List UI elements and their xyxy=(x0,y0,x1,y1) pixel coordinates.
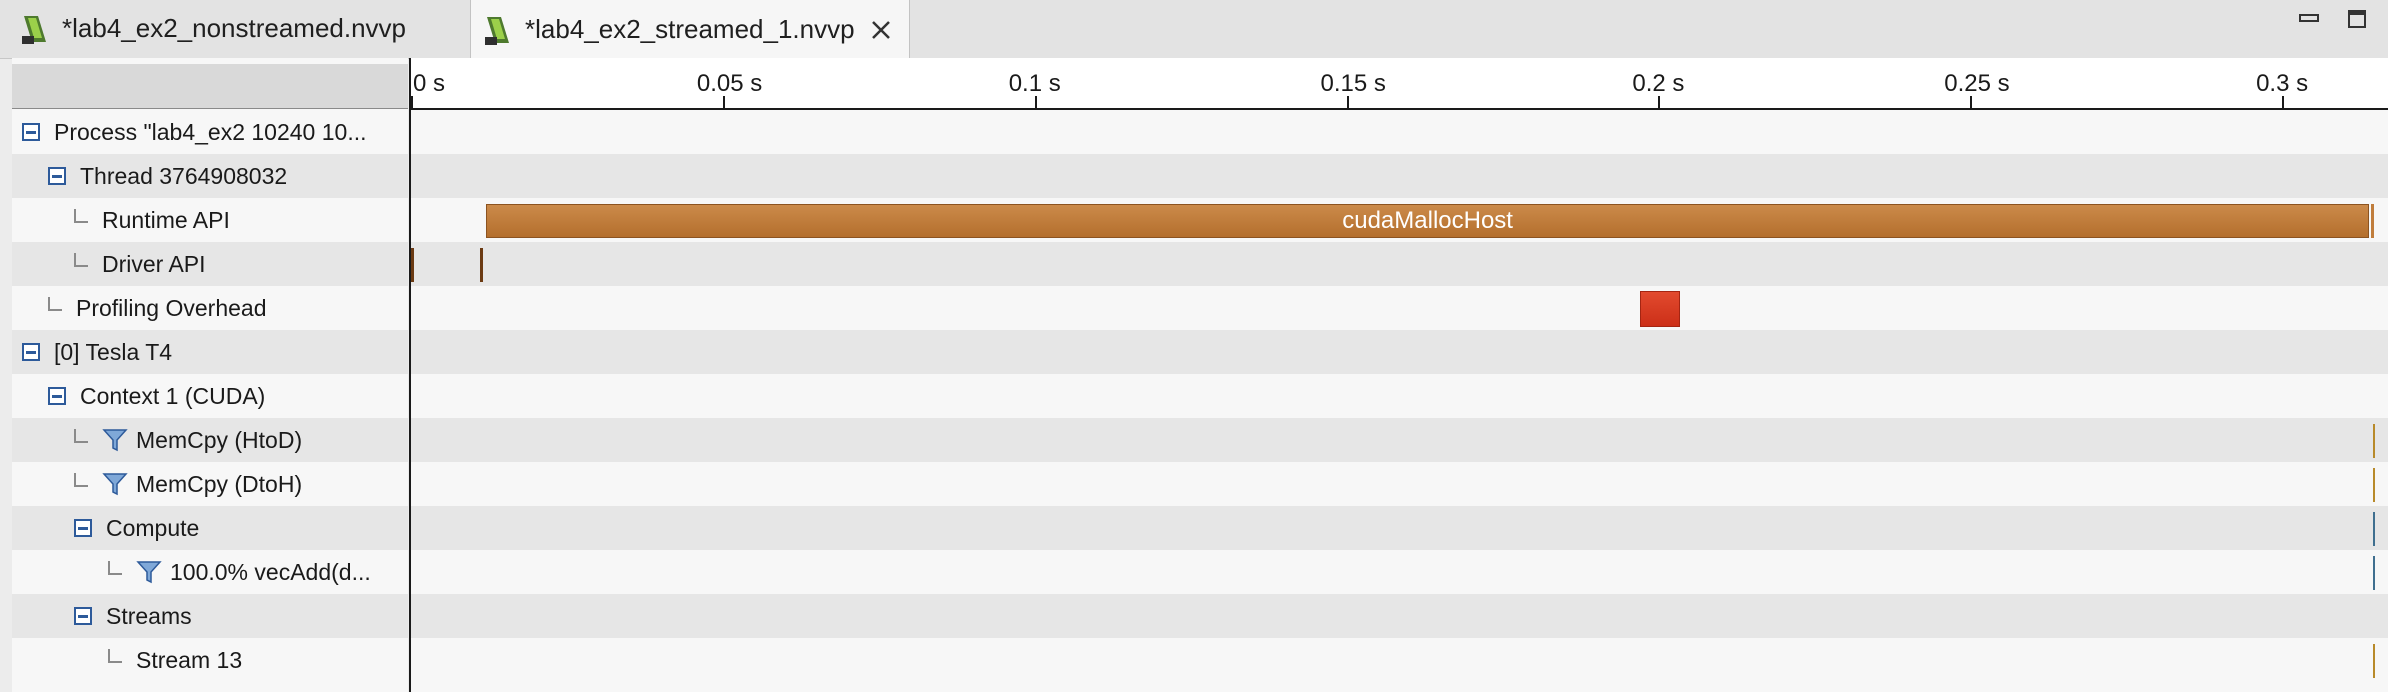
tree-connector-icon xyxy=(48,297,62,311)
timeline-row-stream-13 xyxy=(411,638,2388,682)
timeline-row-memcpy-dtoh xyxy=(411,462,2388,506)
timeline-row-streams xyxy=(411,594,2388,638)
tree-row-label: Profiling Overhead xyxy=(76,294,267,321)
gpu-activity-marker[interactable] xyxy=(2372,644,2375,678)
tree-row-stream-13[interactable]: Stream 13 xyxy=(12,638,408,682)
tab-lab4-ex2-streamed-1[interactable]: *lab4_ex2_streamed_1.nvvp xyxy=(470,0,910,59)
filter-funnel-icon[interactable] xyxy=(136,559,162,585)
timeline-panel: 0 s 0.05 s 0.1 s 0.15 s 0.2 s 0.25 s 0.3 s cud… xyxy=(411,58,2388,692)
timeline-row-vecadd-kernel xyxy=(411,550,2388,594)
close-icon[interactable] xyxy=(869,18,893,42)
ruler-tick-label: 0.25 s xyxy=(1944,70,2010,97)
filter-funnel-icon[interactable] xyxy=(102,471,128,497)
ruler-tick-label: 0.3 s xyxy=(2256,70,2309,97)
tree-row-label: 100.0% vecAdd(d... xyxy=(170,558,371,585)
tree-row-memcpy-dtoh[interactable]: MemCpy (DtoH) xyxy=(12,462,408,506)
ruler-tick-label: 0.15 s xyxy=(1320,70,1386,97)
timeline-row-profiling-overhead xyxy=(411,286,2388,330)
tree-row-label: Compute xyxy=(106,514,200,541)
nvvp-file-icon xyxy=(22,15,46,44)
tab-label: *lab4_ex2_streamed_1.nvvp xyxy=(525,14,855,44)
tree-connector-icon xyxy=(108,561,122,575)
collapse-icon[interactable] xyxy=(48,167,66,185)
tree-row-label: Stream 13 xyxy=(136,646,243,673)
tree-row-label: [0] Tesla T4 xyxy=(54,338,173,365)
timeline-tree-panel: Process "lab4_ex2 10240 10... Thread 3764… xyxy=(12,58,408,692)
ruler-tick-label: 0.05 s xyxy=(696,70,763,97)
tree-row-label: MemCpy (HtoD) xyxy=(136,426,303,453)
tree-row-label: Process "lab4_ex2 10240 10... xyxy=(54,118,367,145)
runtime-api-event-bar[interactable]: cudaMallocHost xyxy=(485,204,2370,238)
tree-row-label: Context 1 (CUDA) xyxy=(80,382,266,409)
tree-connector-icon xyxy=(74,429,88,443)
tab-label: *lab4_ex2_nonstreamed.nvvp xyxy=(62,13,407,43)
timeline-row-context-1-cuda xyxy=(411,374,2388,418)
gpu-activity-marker[interactable] xyxy=(2372,556,2375,590)
ruler-tick-label: 0 s xyxy=(413,70,446,97)
tab-lab4-ex2-nonstreamed[interactable]: *lab4_ex2_nonstreamed.nvvp xyxy=(0,0,465,57)
collapse-icon[interactable] xyxy=(74,519,92,537)
tree-connector-icon xyxy=(74,473,88,487)
tree-row-memcpy-htod[interactable]: MemCpy (HtoD) xyxy=(12,418,408,462)
time-ruler: 0 s 0.05 s 0.1 s 0.15 s 0.2 s 0.25 s 0.3 s xyxy=(411,58,2388,110)
timeline-row-memcpy-htod xyxy=(411,418,2388,462)
timeline-row-thread xyxy=(411,154,2388,198)
tree-row-label: Thread 3764908032 xyxy=(80,162,288,189)
tree-row-label: MemCpy (DtoH) xyxy=(136,470,303,497)
timeline-row-runtime-api: cudaMallocHost xyxy=(411,198,2388,242)
tree-row-streams[interactable]: Streams xyxy=(12,594,408,638)
tree-row-label: Runtime API xyxy=(102,206,230,233)
maximize-icon[interactable] xyxy=(2346,10,2368,28)
tree-row-label: Driver API xyxy=(102,250,206,277)
filter-funnel-icon[interactable] xyxy=(102,427,128,453)
tree-header xyxy=(12,64,408,109)
tree-row-profiling-overhead[interactable]: Profiling Overhead xyxy=(12,286,408,330)
gpu-activity-marker[interactable] xyxy=(2372,468,2375,502)
timeline-row-driver-api xyxy=(411,242,2388,286)
timeline-row-device-tesla-t4 xyxy=(411,330,2388,374)
collapse-icon[interactable] xyxy=(74,607,92,625)
tree-row-driver-api[interactable]: Driver API xyxy=(12,242,408,286)
gpu-activity-marker[interactable] xyxy=(2372,424,2375,458)
timeline-row-process xyxy=(411,110,2388,154)
editor-tab-bar: *lab4_ex2_nonstreamed.nvvp *lab4_ex2_str… xyxy=(0,0,2388,59)
profiling-overhead-event-bar[interactable] xyxy=(1639,291,1681,327)
collapse-icon[interactable] xyxy=(48,387,66,405)
nvvp-file-icon xyxy=(485,16,509,45)
ruler-tick-label: 0.2 s xyxy=(1632,70,1685,97)
collapse-icon[interactable] xyxy=(22,123,40,141)
tree-row-compute[interactable]: Compute xyxy=(12,506,408,550)
tree-row-context-1-cuda[interactable]: Context 1 (CUDA) xyxy=(12,374,408,418)
tree-connector-icon xyxy=(108,649,122,663)
tree-row-runtime-api[interactable]: Runtime API xyxy=(12,198,408,242)
tree-row-device-tesla-t4[interactable]: [0] Tesla T4 xyxy=(12,330,408,374)
gpu-activity-marker[interactable] xyxy=(2372,512,2375,546)
minimize-icon[interactable] xyxy=(2298,10,2320,28)
ruler-tick-label: 0.1 s xyxy=(1008,70,1061,97)
tree-row-label: Streams xyxy=(106,602,192,629)
driver-api-event-marker[interactable] xyxy=(479,248,483,282)
timeline-row-compute xyxy=(411,506,2388,550)
collapse-icon[interactable] xyxy=(22,343,40,361)
driver-api-event-marker[interactable] xyxy=(411,248,414,282)
runtime-api-event-marker[interactable] xyxy=(2371,204,2375,238)
tree-connector-icon xyxy=(74,253,88,267)
tree-row-process[interactable]: Process "lab4_ex2 10240 10... xyxy=(12,110,408,154)
tree-connector-icon xyxy=(74,209,88,223)
tree-row-vecadd-kernel[interactable]: 100.0% vecAdd(d... xyxy=(12,550,408,594)
tree-row-thread[interactable]: Thread 3764908032 xyxy=(12,154,408,198)
